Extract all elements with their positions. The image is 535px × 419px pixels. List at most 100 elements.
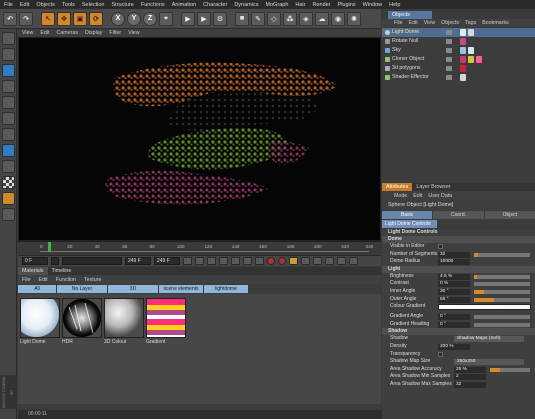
density-input[interactable]: 200 % xyxy=(438,343,470,350)
viewport-menu-view-2[interactable]: View xyxy=(128,30,139,36)
section-shadow[interactable]: Shadow xyxy=(382,328,535,336)
gradient-heading-input[interactable]: 0 ° xyxy=(438,321,470,328)
y-axis-lock-button[interactable]: Y xyxy=(127,11,141,26)
object-row-shader-effector[interactable]: Shader Effector xyxy=(382,73,535,82)
deformer-icon[interactable]: ◈ xyxy=(299,11,313,26)
gradient-heading-slider[interactable] xyxy=(474,322,530,327)
environment-icon[interactable]: ☁ xyxy=(315,11,329,26)
material-tag-icon[interactable] xyxy=(460,29,466,36)
material-menu-function[interactable]: Function xyxy=(56,277,76,283)
tab-objects[interactable]: Objects xyxy=(388,11,432,19)
objects-menu-bookmarks[interactable]: Bookmarks xyxy=(482,20,509,26)
menu-functions[interactable]: Functions xyxy=(141,2,165,8)
visibility-flags-icon[interactable] xyxy=(446,39,452,44)
object-row-3d-polygons[interactable]: 3d polygons xyxy=(382,64,535,73)
quantize-icon[interactable] xyxy=(1,208,15,221)
parameter-key-icon[interactable] xyxy=(337,257,346,265)
subtab-coord[interactable]: Coord. xyxy=(433,211,484,219)
range-slider[interactable] xyxy=(62,257,122,265)
menu-objects[interactable]: Objects xyxy=(36,2,55,8)
cube-icon[interactable]: ■ xyxy=(235,11,249,26)
scale-key-icon[interactable] xyxy=(313,257,322,265)
object-row-sky[interactable]: Sky xyxy=(382,46,535,55)
axis-mode-icon[interactable] xyxy=(1,160,15,173)
min-arrow-field[interactable] xyxy=(51,257,59,265)
previous-frame-icon[interactable] xyxy=(207,257,216,265)
x-axis-lock-button[interactable]: X xyxy=(111,11,125,26)
shadow-type-dropdown[interactable]: Shadow Maps (Soft) xyxy=(454,336,524,343)
keyframe-selection-icon[interactable] xyxy=(289,257,298,265)
timeline-playhead[interactable] xyxy=(48,242,51,252)
material-tag-icon[interactable] xyxy=(460,47,466,54)
workplane-mode-icon[interactable] xyxy=(1,96,15,109)
position-key-icon[interactable] xyxy=(301,257,310,265)
material-tag-icon[interactable] xyxy=(460,56,466,63)
max-frame-field[interactable]: 249 F xyxy=(154,257,180,265)
menu-animation[interactable]: Animation xyxy=(172,2,196,8)
array-icon[interactable]: ⁂ xyxy=(283,11,297,26)
rotation-key-icon[interactable] xyxy=(325,257,334,265)
check-tag-icon[interactable] xyxy=(460,74,466,81)
redo-icon[interactable]: ↷ xyxy=(19,11,33,26)
objects-menu-view[interactable]: View xyxy=(424,20,435,26)
material-item-3d-colour[interactable]: 3D Colour xyxy=(104,298,144,345)
polygons-mode-icon[interactable] xyxy=(1,144,15,157)
menu-window[interactable]: Window xyxy=(363,2,383,8)
menu-structure[interactable]: Structure xyxy=(112,2,134,8)
area-accuracy-input[interactable]: 25 % xyxy=(454,366,486,373)
menu-render[interactable]: Render xyxy=(313,2,331,8)
tab-attributes[interactable]: Attributes xyxy=(382,183,413,191)
area-accuracy-slider[interactable] xyxy=(490,367,530,372)
inner-angle-slider[interactable] xyxy=(474,289,530,294)
play-icon[interactable] xyxy=(219,257,228,265)
object-mode-icon[interactable] xyxy=(1,64,15,77)
subtab-basic[interactable]: Basic xyxy=(382,211,433,219)
point-level-key-icon[interactable] xyxy=(349,257,358,265)
viewport-menu-filter[interactable]: Filter xyxy=(109,30,121,36)
snapping-icon[interactable] xyxy=(1,192,15,205)
attributes-menu-edit[interactable]: Edit xyxy=(413,193,422,199)
next-key-icon[interactable] xyxy=(243,257,252,265)
autokey-icon[interactable] xyxy=(278,257,286,265)
objects-menu-tags[interactable]: Tags xyxy=(465,20,476,26)
next-frame-icon[interactable] xyxy=(231,257,240,265)
brightness-slider[interactable] xyxy=(474,274,530,279)
record-icon[interactable] xyxy=(267,257,275,265)
viewport-menu-view[interactable]: View xyxy=(22,30,33,36)
objects-menu-file[interactable]: File xyxy=(394,20,403,26)
objects-menu-objects[interactable]: Objects xyxy=(441,20,459,26)
subtab-object[interactable]: Object xyxy=(484,211,535,219)
make-editable-icon[interactable] xyxy=(1,32,15,45)
light-icon[interactable]: ✺ xyxy=(347,11,361,26)
visibility-flags-icon[interactable] xyxy=(446,48,452,53)
gradient-angle-input[interactable]: 0 ° xyxy=(438,314,470,321)
camera-icon[interactable]: ◉ xyxy=(331,11,345,26)
dome-radius-input[interactable]: 10000 xyxy=(438,259,470,266)
layer-filter-no-layer[interactable]: No Layer xyxy=(57,285,107,293)
previous-key-icon[interactable] xyxy=(195,257,204,265)
material-menu-file[interactable]: File xyxy=(22,277,31,283)
material-tag-icon[interactable] xyxy=(468,56,474,63)
coordinate-system-icon[interactable]: ⌖ xyxy=(159,11,173,26)
layer-filter-3d[interactable]: 3D xyxy=(108,285,158,293)
scale-tool-icon[interactable]: ▣ xyxy=(73,11,87,26)
model-mode-icon[interactable] xyxy=(1,48,15,61)
end-frame-field[interactable]: 249 F xyxy=(125,257,151,265)
object-row-rotate-null[interactable]: Rotate Null xyxy=(382,37,535,46)
move-tool-icon[interactable]: ✥ xyxy=(57,11,71,26)
layer-filter-lightdome[interactable]: lightdome xyxy=(204,285,248,293)
subtab-light-dome-controls[interactable]: Light Dome Controls xyxy=(382,220,437,228)
menu-tools[interactable]: Tools xyxy=(62,2,75,8)
nurbs-icon[interactable]: ◇ xyxy=(267,11,281,26)
menu-help[interactable]: Help xyxy=(389,2,400,8)
menu-file[interactable]: File xyxy=(4,2,13,8)
visibility-flags-icon[interactable] xyxy=(446,30,452,35)
pen-icon[interactable]: ✎ xyxy=(251,11,265,26)
min-samples-input[interactable]: 2 xyxy=(454,374,486,381)
menu-selection[interactable]: Selection xyxy=(82,2,105,8)
outer-angle-slider[interactable] xyxy=(474,297,530,302)
z-axis-lock-button[interactable]: Z xyxy=(143,11,157,26)
menu-character[interactable]: Character xyxy=(203,2,227,8)
object-row-light-dome[interactable]: Light Dome xyxy=(382,28,535,37)
objects-menu-edit[interactable]: Edit xyxy=(409,20,418,26)
